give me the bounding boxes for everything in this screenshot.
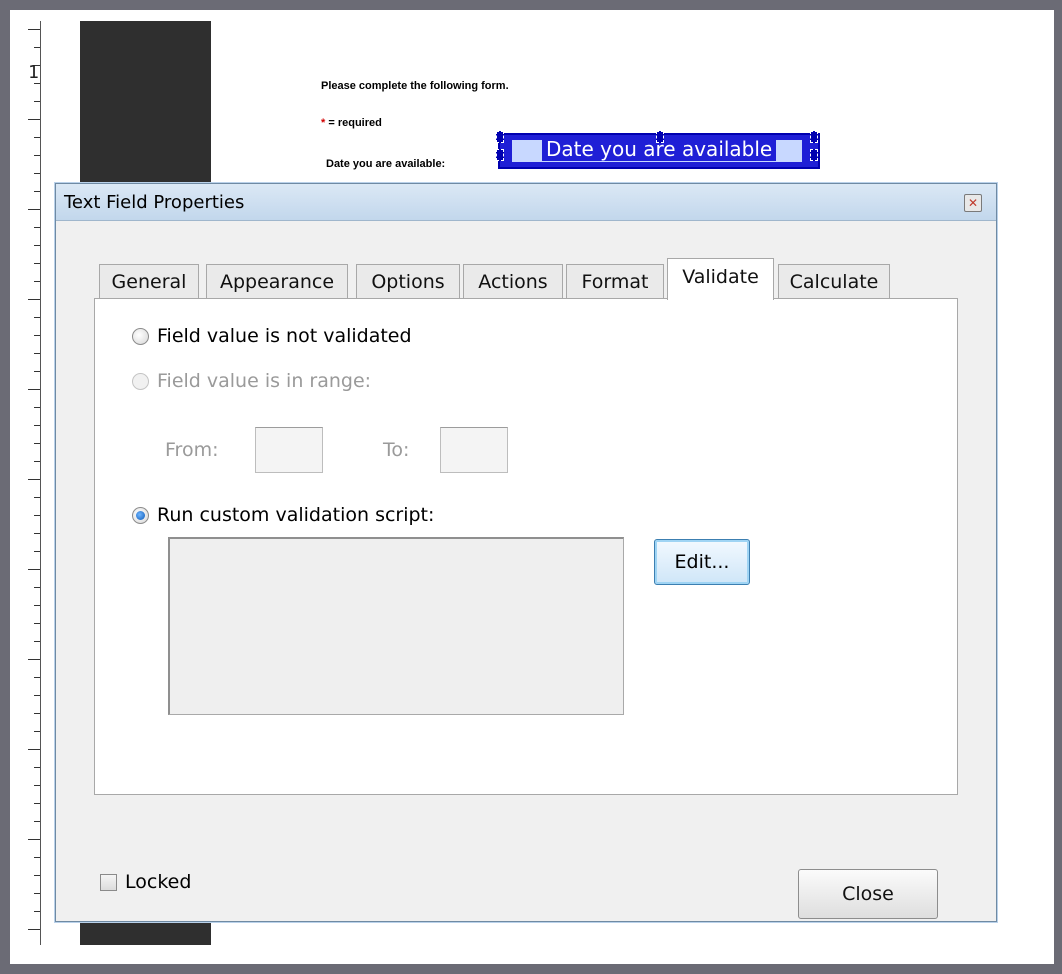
form-instruction: Please complete the following form. — [321, 80, 509, 92]
tab-calculate[interactable]: Calculate — [778, 264, 890, 299]
ruler-tick — [34, 551, 40, 552]
radio-in-range — [132, 372, 149, 390]
date-field-label: Date you are available: — [326, 158, 446, 170]
ruler-tick — [34, 335, 40, 336]
ruler-tick — [34, 911, 40, 912]
option-in-range: Field value is in range: — [132, 370, 371, 392]
text-field-properties-dialog: Text Field Properties ✕ General Appearan… — [55, 183, 997, 922]
ruler-tick — [28, 389, 40, 390]
ruler-number: 1 — [28, 62, 39, 83]
ruler-tick — [34, 443, 40, 444]
option-custom-script-label: Run custom validation script: — [157, 504, 435, 526]
ruler-tick — [34, 641, 40, 642]
required-note-text: = required — [328, 117, 382, 129]
ruler-tick — [34, 731, 40, 732]
ruler-tick — [34, 533, 40, 534]
ruler-tick — [28, 749, 40, 750]
dialog-title: Text Field Properties — [64, 192, 245, 213]
ruler-tick — [28, 29, 40, 30]
ruler-tick — [34, 245, 40, 246]
radio-not-validated[interactable] — [132, 327, 149, 345]
dialog-body: General Appearance Options Actions Forma… — [62, 221, 990, 919]
edit-button[interactable]: Edit... — [654, 539, 750, 585]
ruler-tick — [34, 371, 40, 372]
from-field — [255, 427, 323, 473]
close-button[interactable]: Close — [798, 869, 938, 919]
resize-handle[interactable] — [810, 131, 818, 143]
vertical-ruler — [24, 21, 41, 945]
option-not-validated[interactable]: Field value is not validated — [132, 325, 412, 347]
dialog-titlebar[interactable]: Text Field Properties ✕ — [56, 184, 996, 221]
script-preview — [168, 537, 624, 715]
ruler-tick — [34, 191, 40, 192]
ruler-tick — [28, 119, 40, 120]
ruler-tick — [34, 605, 40, 606]
ruler-tick — [34, 695, 40, 696]
ruler-tick — [28, 209, 40, 210]
locked-checkbox[interactable] — [100, 873, 117, 891]
to-label: To: — [383, 439, 410, 461]
ruler-tick — [28, 569, 40, 570]
tab-actions[interactable]: Actions — [463, 264, 563, 299]
ruler-tick — [34, 623, 40, 624]
ruler-tick — [34, 893, 40, 894]
ruler-tick — [34, 461, 40, 462]
close-icon[interactable]: ✕ — [964, 194, 982, 212]
ruler-tick — [28, 659, 40, 660]
ruler-tick — [34, 101, 40, 102]
radio-custom-script[interactable] — [132, 506, 149, 524]
from-label: From: — [165, 439, 219, 461]
tab-format[interactable]: Format — [566, 264, 664, 299]
ruler-tick — [34, 875, 40, 876]
ruler-tick — [34, 281, 40, 282]
ruler-tick — [34, 515, 40, 516]
ruler-tick — [34, 767, 40, 768]
tab-options[interactable]: Options — [356, 264, 460, 299]
option-in-range-label: Field value is in range: — [157, 370, 372, 392]
resize-handle[interactable] — [656, 131, 664, 143]
locked-label: Locked — [125, 871, 192, 893]
ruler-tick — [34, 173, 40, 174]
tab-appearance[interactable]: Appearance — [206, 264, 348, 299]
ruler-tick — [34, 407, 40, 408]
ruler-tick — [34, 677, 40, 678]
ruler-tick — [34, 713, 40, 714]
ruler-tick — [34, 497, 40, 498]
required-note: * = required — [321, 117, 382, 129]
ruler-tick — [34, 785, 40, 786]
ruler-tick — [34, 263, 40, 264]
ruler-tick — [28, 299, 40, 300]
locked-option[interactable]: Locked — [100, 871, 191, 893]
ruler-tick — [34, 857, 40, 858]
to-field — [440, 427, 508, 473]
ruler-tick — [34, 425, 40, 426]
ruler-tick — [34, 353, 40, 354]
ruler-tick — [34, 317, 40, 318]
tab-validate[interactable]: Validate — [667, 258, 774, 300]
tab-general[interactable]: General — [99, 264, 199, 299]
required-star: * — [321, 117, 326, 129]
ruler-tick — [34, 227, 40, 228]
resize-handle[interactable] — [496, 131, 504, 143]
ruler-tick — [28, 479, 40, 480]
ruler-tick — [28, 929, 40, 930]
date-text-field[interactable]: Date you are available — [496, 131, 820, 169]
validate-panel: Field value is not validated Field value… — [94, 298, 958, 795]
option-not-validated-label: Field value is not validated — [157, 325, 412, 347]
option-custom-script[interactable]: Run custom validation script: — [132, 504, 434, 526]
ruler-tick — [34, 47, 40, 48]
ruler-tick — [34, 83, 40, 84]
ruler-tick — [34, 821, 40, 822]
ruler-tick — [34, 155, 40, 156]
ruler-tick — [34, 803, 40, 804]
resize-handle[interactable] — [810, 149, 818, 161]
ruler-tick — [34, 587, 40, 588]
ruler-tick — [34, 137, 40, 138]
resize-handle[interactable] — [496, 149, 504, 161]
ruler-tick — [28, 839, 40, 840]
